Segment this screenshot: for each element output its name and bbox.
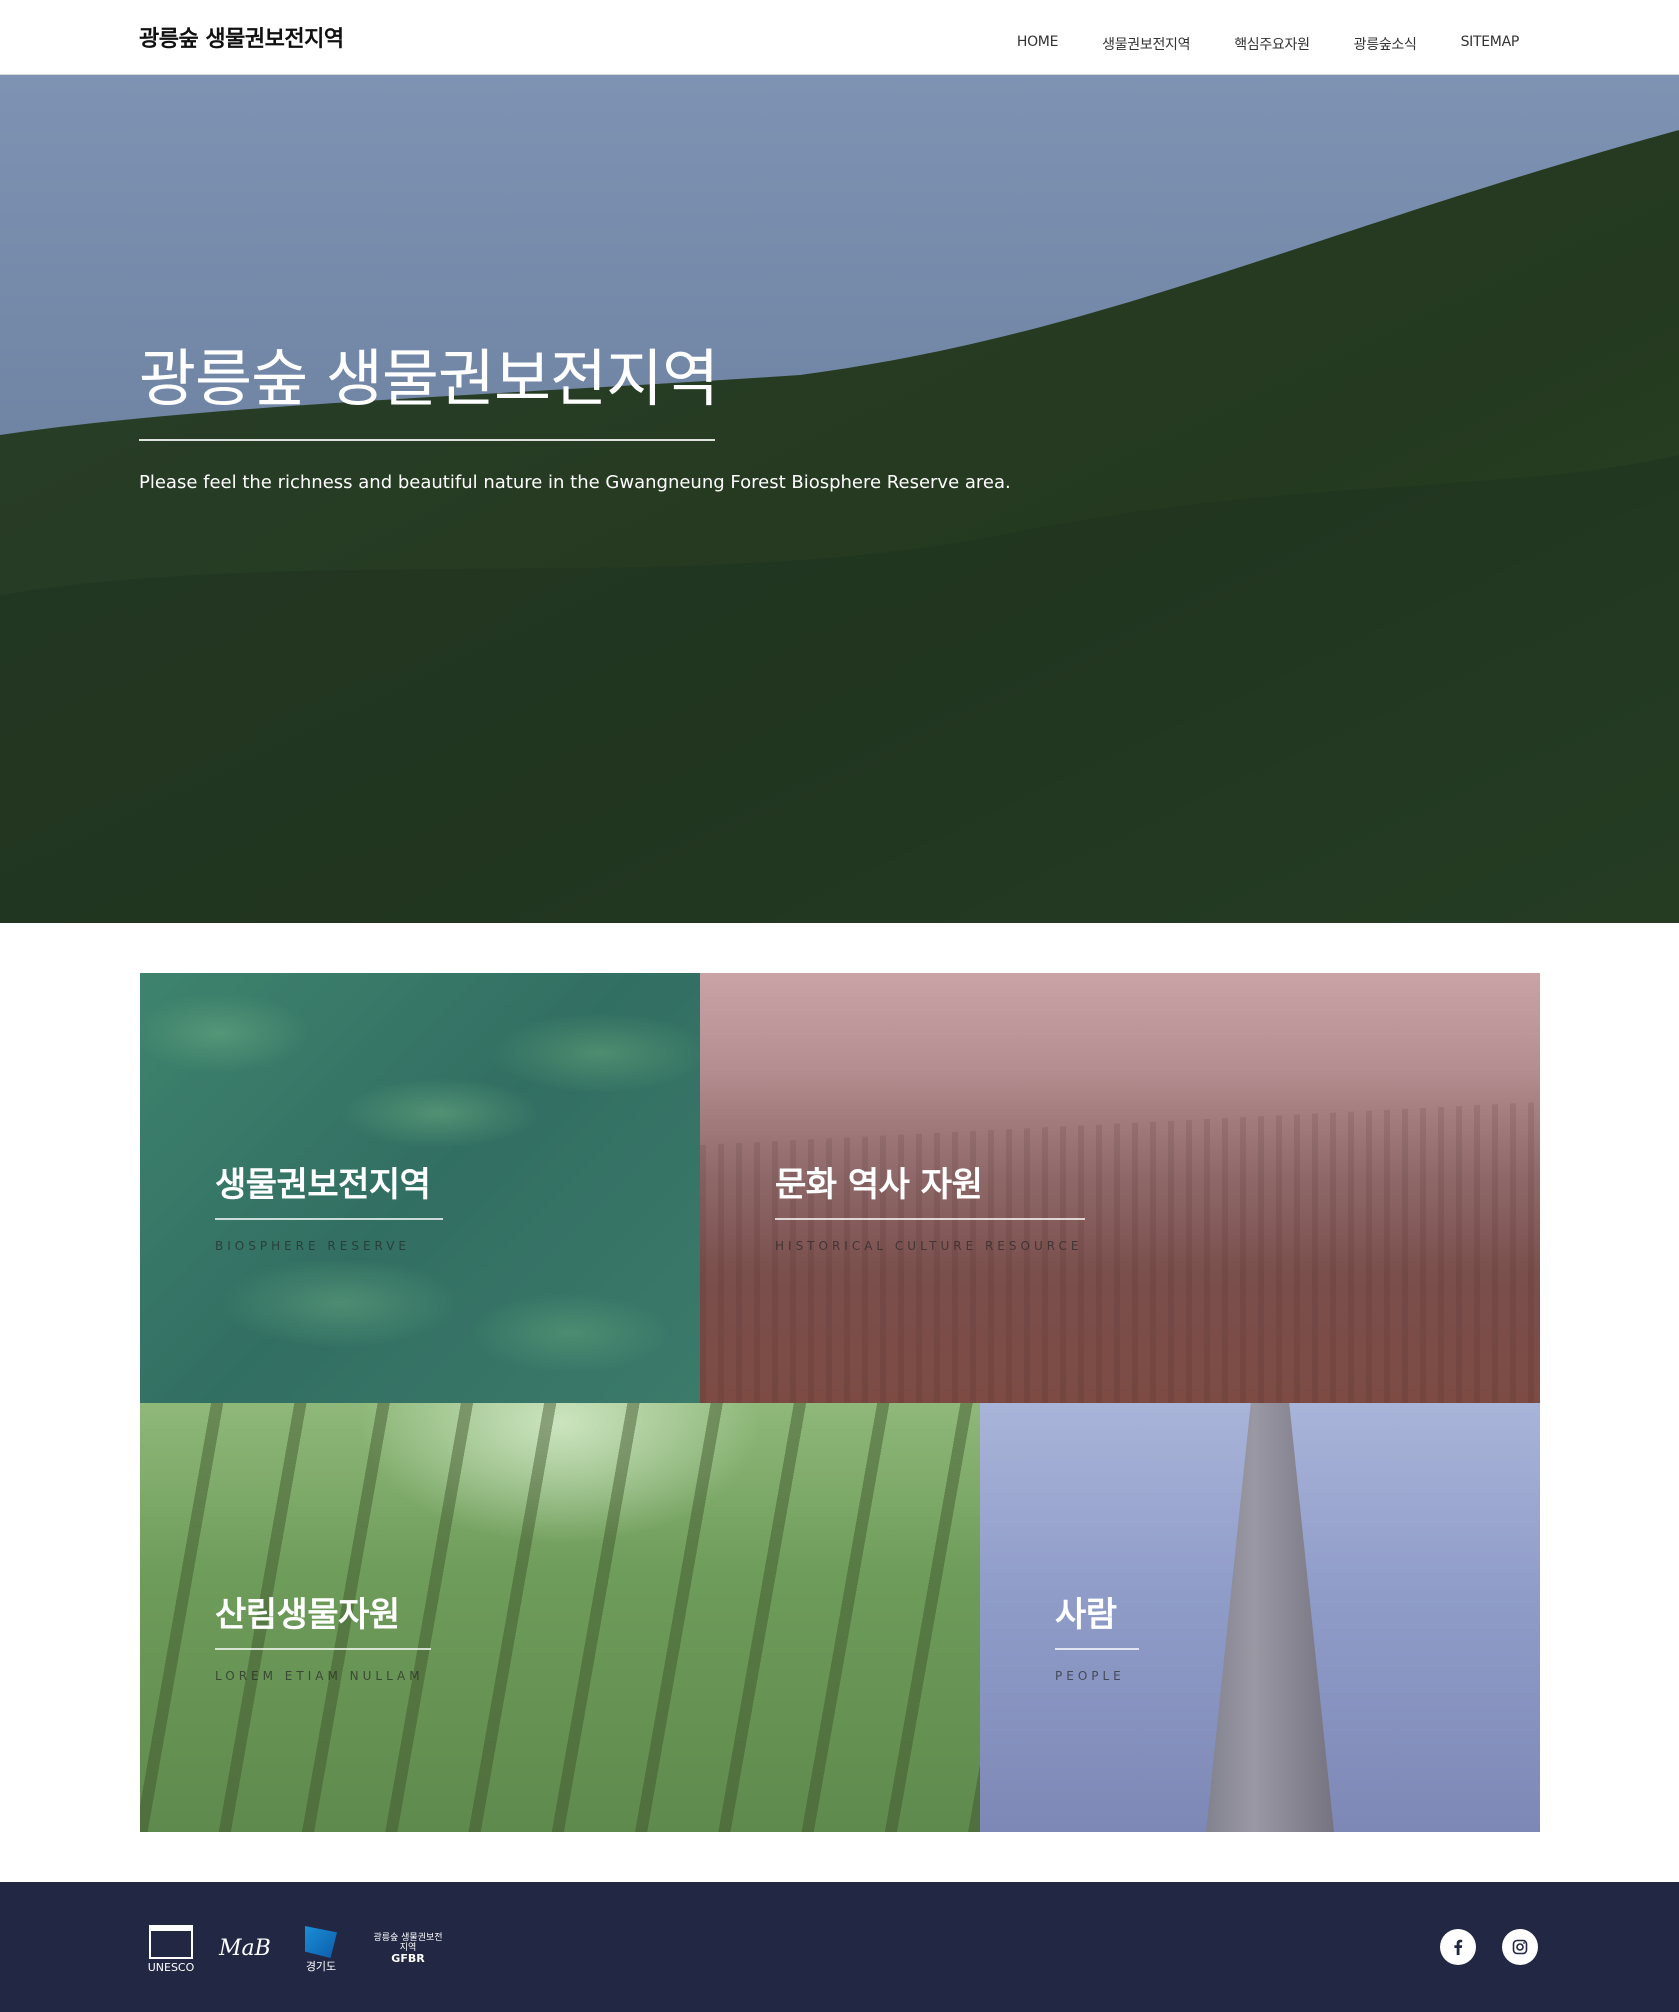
partner-logos: UNESCO MaB 경기도 광릉숲 생물권보전지역 GFBR	[145, 1925, 443, 1974]
tile-forest-bio-resource[interactable]: 산림생물자원 LOREM ETIAM NULLAM	[140, 1403, 980, 1832]
unesco-logo: UNESCO	[145, 1925, 197, 1974]
category-tiles: 생물권보전지역 BIOSPHERE RESERVE 문화 역사 자원 HISTO…	[140, 973, 1540, 1832]
tree-trunk	[1206, 1403, 1334, 1832]
hero-title: 광릉숲 생물권보전지역	[139, 342, 719, 415]
tile-biosphere-reserve[interactable]: 생물권보전지역 BIOSPHERE RESERVE	[140, 973, 700, 1403]
instagram-icon[interactable]	[1502, 1929, 1538, 1965]
tile-subtitle: BIOSPHERE RESERVE	[215, 1239, 411, 1253]
tile-divider	[215, 1218, 443, 1220]
nav-news[interactable]: 광릉숲소식	[1354, 34, 1417, 54]
tile-title: 산림생물자원	[215, 1595, 400, 1635]
site-header: 광릉숲 생물권보전지역 HOME 생물권보전지역 핵심주요자원 광릉숲소식 SI…	[0, 0, 1679, 75]
facebook-icon[interactable]	[1440, 1929, 1476, 1965]
tile-title: 사람	[1055, 1595, 1117, 1635]
mountain-forest-image	[0, 75, 1679, 923]
main-nav: HOME 생물권보전지역 핵심주요자원 광릉숲소식 SITEMAP	[1017, 34, 1519, 54]
hero-divider	[139, 439, 715, 441]
tile-title: 문화 역사 자원	[775, 1165, 983, 1205]
tile-subtitle: PEOPLE	[1055, 1669, 1125, 1683]
unesco-temple-icon	[149, 1925, 193, 1959]
nav-biosphere[interactable]: 생물권보전지역	[1102, 34, 1190, 54]
tile-title: 생물권보전지역	[215, 1165, 431, 1205]
tile-people[interactable]: 사람 PEOPLE	[980, 1403, 1540, 1832]
tile-subtitle: LOREM ETIAM NULLAM	[215, 1669, 424, 1683]
nav-sitemap[interactable]: SITEMAP	[1461, 34, 1520, 54]
site-logo[interactable]: 광릉숲 생물권보전지역	[139, 21, 344, 53]
gyeonggi-logo: 경기도	[291, 1926, 351, 1973]
tile-divider	[215, 1648, 431, 1650]
tile-subtitle: HISTORICAL CULTURE RESOURCE	[775, 1239, 1083, 1253]
nav-core-resources[interactable]: 핵심주요자원	[1234, 34, 1310, 54]
hero-subtitle: Please feel the richness and beautiful n…	[139, 472, 1011, 493]
nav-home[interactable]: HOME	[1017, 34, 1059, 54]
tile-historical-culture[interactable]: 문화 역사 자원 HISTORICAL CULTURE RESOURCE	[700, 973, 1540, 1403]
hero-banner: 광릉숲 생물권보전지역 Please feel the richness and…	[0, 75, 1679, 923]
tile-divider	[1055, 1648, 1139, 1650]
gfbr-logo: 광릉숲 생물권보전지역 GFBR	[373, 1932, 443, 1966]
mab-logo: MaB	[219, 1936, 271, 1962]
gyeonggi-mark-icon	[305, 1926, 337, 1958]
tile-divider	[775, 1218, 1085, 1220]
